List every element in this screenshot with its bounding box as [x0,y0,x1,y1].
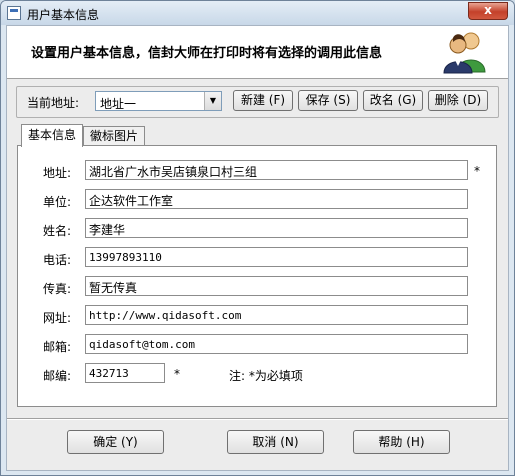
zip-label: 邮编: [43,369,72,383]
zip-required-mark: * [174,367,180,381]
website-label: 网址: [43,311,72,325]
window-title: 用户基本信息 [27,8,100,22]
title-bar[interactable]: 用户基本信息 x [1,1,514,25]
new-address-button[interactable]: 新建 (F) [233,90,293,111]
fax-label: 传真: [43,282,72,296]
address-select[interactable]: 地址一 ▼ [95,91,222,111]
address-required-mark: * [474,164,480,178]
required-note: 注: *为必填项 [229,369,303,383]
phone-label: 电话: [43,253,72,267]
help-button[interactable]: 帮助 (H) [353,430,450,454]
zip-field[interactable]: 432713 [85,363,165,383]
rename-address-button[interactable]: 改名 (G) [363,90,423,111]
footer-divider [7,418,508,420]
cancel-button[interactable]: 取消 (N) [227,430,324,454]
chevron-down-icon[interactable]: ▼ [204,92,221,110]
company-label: 单位: [43,195,72,209]
address-label: 地址: [43,166,72,180]
ok-button[interactable]: 确定 (Y) [67,430,164,454]
website-field[interactable]: http://www.qidasoft.com [85,305,468,325]
address-select-value: 地址一 [100,97,137,111]
company-field[interactable]: 企达软件工作室 [85,189,468,209]
phone-field[interactable]: 13997893110 [85,247,468,267]
users-icon [443,32,486,74]
dialog-body: 设置用户基本信息，信封大师在打印时将有选择的调用此信息 当前地址: 地址一 ▼ … [6,25,509,471]
header-panel: 设置用户基本信息，信封大师在打印时将有选择的调用此信息 [7,26,508,79]
tab-basic-info[interactable]: 基本信息 [21,124,83,147]
tab-logo-image[interactable]: 徽标图片 [83,126,145,146]
close-button[interactable]: x [468,2,508,20]
fax-field[interactable]: 暂无传真 [85,276,468,296]
header-text: 设置用户基本信息，信封大师在打印时将有选择的调用此信息 [31,46,383,61]
name-label: 姓名: [43,224,72,238]
email-field[interactable]: qidasoft@tom.com [85,334,468,354]
user-info-window: 用户基本信息 x 设置用户基本信息，信封大师在打印时将有选择的调用此信息 当前地… [0,0,515,476]
name-field[interactable]: 李建华 [85,218,468,238]
address-field[interactable]: 湖北省广水市吴店镇泉口村三组 [85,160,468,180]
delete-address-button[interactable]: 删除 (D) [428,90,488,111]
current-address-label: 当前地址: [27,96,80,110]
close-icon: x [484,3,492,17]
email-label: 邮箱: [43,340,72,354]
save-address-button[interactable]: 保存 (S) [298,90,358,111]
app-icon [7,6,21,20]
